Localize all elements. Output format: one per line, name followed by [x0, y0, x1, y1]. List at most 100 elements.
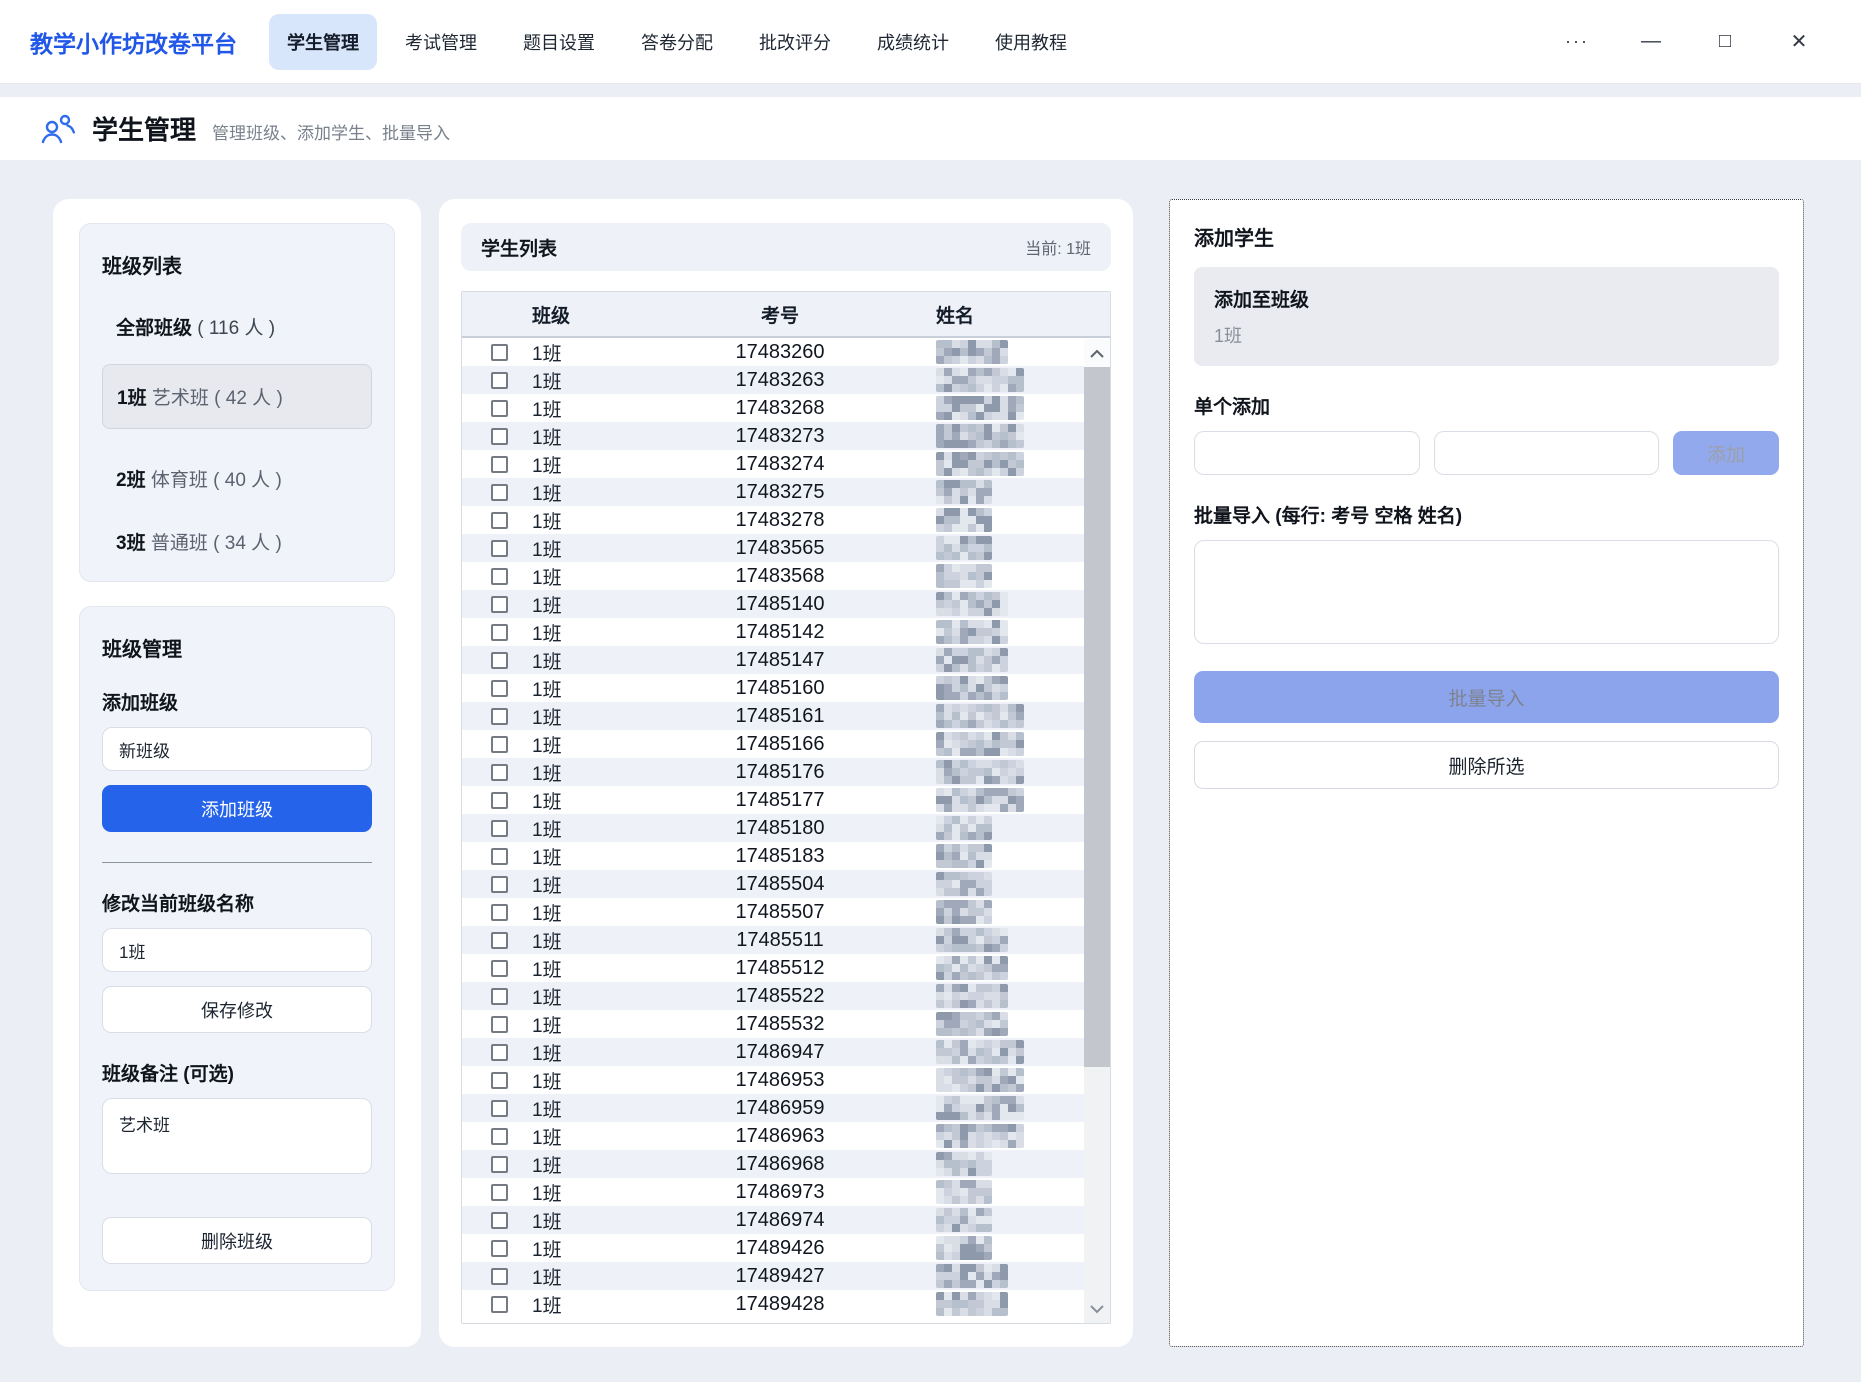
save-changes-button[interactable]: 保存修改	[102, 986, 372, 1033]
cell-name-blurred	[900, 844, 1110, 868]
table-row: 1班17483278	[462, 506, 1110, 534]
minimize-button[interactable]: —	[1629, 22, 1673, 62]
new-class-input[interactable]	[102, 727, 372, 771]
cell-exam-id: 17486959	[660, 1097, 900, 1120]
row-checkbox[interactable]	[491, 680, 508, 697]
row-checkbox[interactable]	[491, 540, 508, 557]
row-checkbox[interactable]	[491, 1128, 508, 1145]
row-checkbox[interactable]	[491, 1240, 508, 1257]
class-name: 3班	[116, 533, 146, 554]
exam-id-input[interactable]	[1194, 431, 1420, 475]
tab-tutorial[interactable]: 使用教程	[977, 14, 1085, 70]
rename-class-label: 修改当前班级名称	[102, 889, 372, 916]
delete-class-button[interactable]: 删除班级	[102, 1217, 372, 1264]
table-row: 1班17489426	[462, 1234, 1110, 1262]
class-all-label: 全部班级	[116, 318, 192, 339]
batch-import-button[interactable]: 批量导入	[1194, 671, 1779, 723]
row-checkbox[interactable]	[491, 904, 508, 921]
tab-student-management[interactable]: 学生管理	[269, 14, 377, 70]
row-checkbox[interactable]	[491, 1072, 508, 1089]
row-checkbox[interactable]	[491, 764, 508, 781]
student-name-input[interactable]	[1434, 431, 1660, 475]
row-checkbox[interactable]	[491, 988, 508, 1005]
row-checkbox[interactable]	[491, 932, 508, 949]
scroll-up-icon[interactable]	[1084, 339, 1110, 367]
blurred-name	[936, 1068, 1024, 1092]
row-checkbox[interactable]	[491, 568, 508, 585]
cell-exam-id: 17486974	[660, 1209, 900, 1232]
row-checkbox[interactable]	[491, 512, 508, 529]
row-checkbox[interactable]	[491, 344, 508, 361]
cell-class: 1班	[510, 339, 660, 366]
row-checkbox[interactable]	[491, 820, 508, 837]
student-list-header: 学生列表 当前: 1班	[461, 223, 1111, 271]
cell-exam-id: 17486973	[660, 1181, 900, 1204]
blurred-name	[936, 788, 1024, 812]
blurred-name	[936, 900, 992, 924]
row-checkbox[interactable]	[491, 596, 508, 613]
cell-exam-id: 17483565	[660, 537, 900, 560]
class-item-all[interactable]: 全部班级 ( 116 人 )	[116, 313, 372, 340]
scroll-down-icon[interactable]	[1084, 1295, 1110, 1323]
cell-class: 1班	[510, 759, 660, 786]
cell-name-blurred	[900, 1124, 1110, 1148]
table-scrollbar[interactable]	[1084, 339, 1110, 1323]
delete-selected-button[interactable]: 删除所选	[1194, 741, 1779, 789]
cell-class: 1班	[510, 1263, 660, 1290]
cell-exam-id: 17489428	[660, 1293, 900, 1316]
cell-name-blurred	[900, 648, 1110, 672]
cell-name-blurred	[900, 480, 1110, 504]
row-checkbox[interactable]	[491, 1016, 508, 1033]
tab-score-statistics[interactable]: 成绩统计	[859, 14, 967, 70]
row-checkbox[interactable]	[491, 1296, 508, 1313]
row-checkbox[interactable]	[491, 736, 508, 753]
row-checkbox[interactable]	[491, 1212, 508, 1229]
scrollbar-thumb[interactable]	[1084, 367, 1110, 1067]
class-remark-textarea[interactable]: 艺术班	[102, 1098, 372, 1174]
add-student-title: 添加学生	[1194, 222, 1779, 251]
row-checkbox[interactable]	[491, 1100, 508, 1117]
maximize-button[interactable]: □	[1703, 22, 1747, 62]
row-checkbox[interactable]	[491, 372, 508, 389]
cell-class: 1班	[510, 647, 660, 674]
batch-import-textarea[interactable]	[1194, 540, 1779, 644]
class-item-2[interactable]: 2班 体育班 ( 40 人 )	[116, 465, 372, 492]
row-checkbox[interactable]	[491, 708, 508, 725]
row-checkbox[interactable]	[491, 428, 508, 445]
row-checkbox[interactable]	[491, 1044, 508, 1061]
row-checkbox[interactable]	[491, 624, 508, 641]
row-checkbox[interactable]	[491, 960, 508, 977]
class-item-1[interactable]: 1班 艺术班 ( 42 人 )	[102, 364, 372, 429]
row-checkbox[interactable]	[491, 1156, 508, 1173]
row-checkbox[interactable]	[491, 652, 508, 669]
row-checkbox[interactable]	[491, 1268, 508, 1285]
blurred-name	[936, 1124, 1024, 1148]
cell-name-blurred	[900, 1236, 1110, 1260]
page-header: 学生管理 管理班级、添加学生、批量导入	[0, 97, 1861, 160]
row-checkbox[interactable]	[491, 792, 508, 809]
tab-exam-management[interactable]: 考试管理	[387, 14, 495, 70]
tab-grading[interactable]: 批改评分	[741, 14, 849, 70]
single-add-button[interactable]: 添加	[1673, 431, 1779, 475]
row-checkbox[interactable]	[491, 400, 508, 417]
close-button[interactable]: ✕	[1777, 22, 1821, 62]
row-checkbox[interactable]	[491, 1184, 508, 1201]
rename-class-input[interactable]	[102, 928, 372, 972]
cell-name-blurred	[900, 788, 1110, 812]
more-menu-button[interactable]: ···	[1555, 22, 1599, 62]
table-row: 1班17483260	[462, 338, 1110, 366]
row-checkbox[interactable]	[491, 876, 508, 893]
tab-question-settings[interactable]: 题目设置	[505, 14, 613, 70]
class-item-3[interactable]: 3班 普通班 ( 34 人 )	[116, 528, 372, 555]
divider	[102, 862, 372, 863]
cell-class: 1班	[510, 1011, 660, 1038]
tab-answer-assignment[interactable]: 答卷分配	[623, 14, 731, 70]
add-class-button[interactable]: 添加班级	[102, 785, 372, 832]
row-checkbox[interactable]	[491, 456, 508, 473]
row-checkbox[interactable]	[491, 484, 508, 501]
cell-name-blurred	[900, 508, 1110, 532]
scrollbar-track[interactable]	[1084, 1067, 1110, 1295]
cell-exam-id: 17485147	[660, 649, 900, 672]
cell-name-blurred	[900, 704, 1110, 728]
row-checkbox[interactable]	[491, 848, 508, 865]
